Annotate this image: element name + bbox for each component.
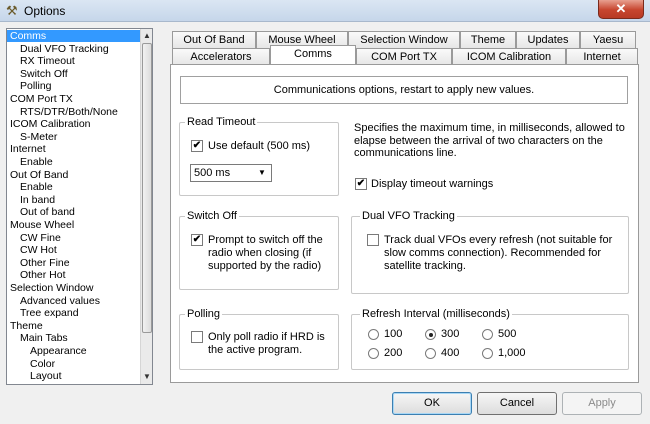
only-poll-label: Only poll radio if HRD is the active pro… (208, 331, 325, 356)
read-timeout-value: 500 ms (194, 167, 231, 179)
refresh-interval-title: Refresh Interval (milliseconds) (360, 308, 512, 320)
tree-item[interactable]: Main Tabs (7, 332, 68, 344)
tree-item[interactable]: S-Meter (7, 131, 57, 143)
tree-item[interactable]: Enable (7, 181, 53, 193)
tab-updates[interactable]: Updates (516, 31, 580, 48)
refresh-radio-100[interactable] (368, 329, 379, 340)
tree-item[interactable]: CW Fine (7, 232, 61, 244)
tree-item[interactable]: Layout (7, 370, 62, 382)
prompt-switch-off-label: Prompt to switch off the radio when clos… (208, 234, 323, 272)
tree-item[interactable]: Other Hot (7, 269, 66, 281)
tree-item[interactable]: In band (7, 194, 55, 206)
refresh-radio-label: 400 (441, 347, 460, 359)
close-button[interactable]: ✕ (598, 0, 644, 19)
tree-item[interactable]: Mouse Wheel (7, 219, 74, 231)
scroll-up-arrow-icon[interactable]: ▲ (142, 31, 152, 41)
tree-item[interactable]: Other Fine (7, 257, 70, 269)
tree-item[interactable]: Polling (7, 80, 52, 92)
refresh-radio-label: 200 (384, 347, 403, 359)
tree-item[interactable]: Internet (7, 143, 46, 155)
display-warnings-checkbox[interactable]: ✔ (355, 178, 367, 190)
tab-com-port-tx[interactable]: COM Port TX (356, 48, 452, 65)
refresh-radio-label: 500 (498, 328, 517, 340)
tab-accelerators[interactable]: Accelerators (172, 48, 270, 65)
tree-item[interactable]: Selection Window (7, 282, 93, 294)
tab-out-of-band[interactable]: Out Of Band (172, 31, 256, 48)
tree-item[interactable]: Theme (7, 320, 43, 332)
prompt-switch-off-checkbox[interactable]: ✔ (191, 234, 203, 246)
tree-item[interactable]: Switch Off (7, 68, 68, 80)
tree-item[interactable]: COM Port TX (7, 93, 73, 105)
tab-icom-calibration[interactable]: ICOM Calibration (452, 48, 566, 65)
title-bar (0, 0, 650, 22)
tree-item[interactable]: RX Timeout (7, 55, 75, 67)
refresh-radio-300[interactable] (425, 329, 436, 340)
read-timeout-select[interactable]: 500 ms ▼ (190, 164, 272, 182)
use-default-label: Use default (500 ms) (208, 140, 311, 152)
read-timeout-group (179, 122, 339, 196)
use-default-checkbox[interactable]: ✔ (191, 140, 203, 152)
polling-title: Polling (185, 308, 223, 320)
track-dual-vfo-checkbox[interactable] (367, 234, 379, 246)
track-dual-vfo-label: Track dual VFOs every refresh (not suita… (384, 234, 613, 272)
refresh-radio-200[interactable] (368, 348, 379, 359)
apply-button[interactable]: Apply (562, 392, 642, 415)
scroll-down-arrow-icon[interactable]: ▼ (142, 372, 152, 382)
refresh-interval-group (351, 314, 629, 370)
refresh-radio-label: 100 (384, 328, 403, 340)
tree-item[interactable]: ICOM Calibration (7, 118, 91, 130)
tree-item[interactable]: Enable (7, 156, 53, 168)
tab-comms[interactable]: Comms (270, 45, 356, 64)
tree-item[interactable]: RTS/DTR/Both/None (7, 106, 118, 118)
tree-item[interactable]: Out of band (7, 206, 75, 218)
scroll-thumb[interactable] (142, 43, 152, 333)
tab-selection-window[interactable]: Selection Window (348, 31, 460, 48)
chevron-down-icon[interactable]: ▼ (255, 167, 269, 179)
refresh-radio-1000[interactable] (482, 348, 493, 359)
cancel-button[interactable]: Cancel (477, 392, 557, 415)
tree-scrollbar[interactable]: ▲ ▼ (140, 29, 152, 384)
tab-theme[interactable]: Theme (460, 31, 516, 48)
options-tree[interactable]: Comms Dual VFO Tracking RX Timeout Switch O… (6, 28, 153, 385)
read-timeout-description: Specifies the maximum time, in milliseco… (354, 122, 625, 159)
tab-yaesu[interactable]: Yaesu (580, 31, 636, 48)
tree-item[interactable]: Tree expand (7, 307, 79, 319)
read-timeout-title: Read Timeout (185, 116, 258, 128)
ok-button[interactable]: OK (392, 392, 472, 415)
tree-item[interactable]: Comms (7, 30, 142, 43)
app-icon: ⚒ (6, 3, 18, 18)
window-title: Options (24, 4, 66, 18)
tree-item[interactable]: Appearance (7, 345, 87, 357)
refresh-radio-500[interactable] (482, 329, 493, 340)
tree-item[interactable]: CW Hot (7, 244, 57, 256)
dual-vfo-title: Dual VFO Tracking (360, 210, 457, 222)
switch-off-title: Switch Off (185, 210, 239, 222)
refresh-radio-label: 300 (441, 328, 460, 340)
display-warnings-label: Display timeout warnings (371, 178, 494, 190)
refresh-radio-400[interactable] (425, 348, 436, 359)
tree-item[interactable]: Dual VFO Tracking (7, 43, 109, 55)
tree-item[interactable]: Out Of Band (7, 169, 68, 181)
info-message: Communications options, restart to apply… (180, 76, 628, 104)
tab-internet[interactable]: Internet (566, 48, 638, 65)
tree-item[interactable]: Color (7, 358, 55, 370)
tree-item[interactable]: Advanced values (7, 295, 100, 307)
only-poll-checkbox[interactable] (191, 331, 203, 343)
radio-dot (428, 332, 433, 337)
refresh-radio-label: 1,000 (498, 347, 526, 359)
